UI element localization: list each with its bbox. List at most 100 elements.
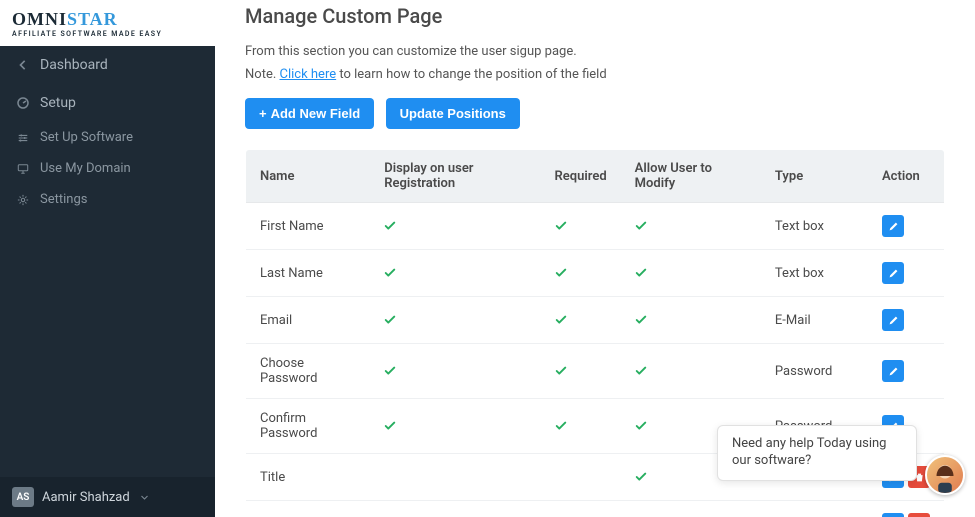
nav-label: Settings (40, 192, 87, 207)
nav: Dashboard Setup Set Up Software Use My D… (0, 46, 215, 477)
cell-type: E-Mail (761, 297, 868, 344)
pencil-icon (888, 268, 899, 279)
cell-action (868, 501, 945, 517)
page-title: Manage Custom Page (245, 4, 945, 28)
edit-button[interactable] (882, 262, 904, 284)
cell-type: Password (761, 344, 868, 399)
button-row: + Add New Field Update Positions (245, 98, 945, 129)
sidebar: OMNISTAR AFFILIATE SOFTWARE MADE EASY Da… (0, 0, 215, 517)
cell-type: Text box (761, 250, 868, 297)
chat-help-bubble[interactable]: Need any help Today using our software? (717, 425, 917, 481)
cell-display (370, 399, 540, 454)
cell-display (370, 250, 540, 297)
user-avatar: AS (12, 487, 34, 507)
cell-display (370, 501, 540, 517)
check-icon (384, 365, 526, 377)
th-name: Name (246, 150, 371, 203)
cell-name: Title (246, 454, 371, 501)
cell-display (370, 203, 540, 250)
brand-tagline: AFFILIATE SOFTWARE MADE EASY (12, 30, 203, 38)
nav-dashboard[interactable]: Dashboard (0, 46, 215, 84)
pencil-icon (888, 221, 899, 232)
update-positions-button[interactable]: Update Positions (386, 98, 520, 129)
th-action: Action (868, 150, 945, 203)
nav-label: Setup (40, 95, 76, 111)
cell-type: Text box (761, 203, 868, 250)
cell-action (868, 250, 945, 297)
monitor-icon (16, 162, 30, 176)
check-icon (555, 314, 607, 326)
check-icon (384, 220, 526, 232)
note-link[interactable]: Click here (280, 67, 337, 82)
check-icon (635, 314, 747, 326)
edit-button[interactable] (882, 215, 904, 237)
brand-name: OMNISTAR (12, 10, 203, 28)
th-display: Display on user Registration (370, 150, 540, 203)
th-type: Type (761, 150, 868, 203)
cell-action (868, 203, 945, 250)
check-icon (635, 220, 747, 232)
pencil-icon (888, 315, 899, 326)
cell-display (370, 344, 540, 399)
table-row: Email E-Mail (246, 297, 945, 344)
page-description: From this section you can customize the … (245, 44, 945, 59)
cell-name: Last Name (246, 250, 371, 297)
nav-use-domain[interactable]: Use My Domain (0, 153, 215, 184)
table-row: Last Name Text box (246, 250, 945, 297)
dashboard-icon (16, 96, 30, 110)
cell-action (868, 297, 945, 344)
nav-setup-software[interactable]: Set Up Software (0, 122, 215, 153)
nav-label: Set Up Software (40, 130, 133, 145)
chat-text: Need any help Today using our software? (732, 436, 886, 468)
cell-modify (621, 250, 761, 297)
check-icon (555, 420, 607, 432)
check-icon (555, 365, 607, 377)
check-icon (384, 267, 526, 279)
th-required: Required (541, 150, 621, 203)
cell-required (541, 344, 621, 399)
cell-modify (621, 297, 761, 344)
brand-logo[interactable]: OMNISTAR AFFILIATE SOFTWARE MADE EASY (0, 0, 215, 46)
page-note: Note. Click here to learn how to change … (245, 67, 945, 82)
cell-modify (621, 344, 761, 399)
edit-button[interactable] (882, 513, 904, 517)
chat-avatar[interactable] (925, 455, 965, 495)
cell-required (541, 399, 621, 454)
cell-display (370, 297, 540, 344)
cell-name: Choose Password (246, 344, 371, 399)
cell-display (370, 454, 540, 501)
delete-button[interactable] (908, 513, 930, 517)
nav-setup[interactable]: Setup (0, 84, 215, 122)
pencil-icon (888, 366, 899, 377)
cell-modify (621, 203, 761, 250)
add-new-field-button[interactable]: + Add New Field (245, 98, 374, 129)
edit-button[interactable] (882, 309, 904, 331)
nav-label: Use My Domain (40, 161, 131, 176)
cell-name: First Name (246, 203, 371, 250)
cell-required (541, 454, 621, 501)
check-icon (635, 267, 747, 279)
cell-type (761, 501, 868, 517)
cell-required (541, 250, 621, 297)
cell-action (868, 344, 945, 399)
table-row: First Name Text box (246, 203, 945, 250)
user-menu[interactable]: AS Aamir Shahzad (0, 477, 215, 517)
cell-required (541, 203, 621, 250)
table-row: Choose Password Password (246, 344, 945, 399)
cell-required (541, 297, 621, 344)
chevron-down-icon (138, 490, 152, 504)
check-icon (384, 420, 526, 432)
chevron-left-icon (16, 58, 30, 72)
check-icon (384, 314, 526, 326)
table-row: Company (246, 501, 945, 517)
cell-name: Confirm Password (246, 399, 371, 454)
cell-name: Email (246, 297, 371, 344)
edit-button[interactable] (882, 360, 904, 382)
plus-icon: + (259, 106, 267, 121)
table-header-row: Name Display on user Registration Requir… (246, 150, 945, 203)
cell-name: Company (246, 501, 371, 517)
nav-settings[interactable]: Settings (0, 184, 215, 215)
cell-required (541, 501, 621, 517)
check-icon (635, 365, 747, 377)
check-icon (555, 267, 607, 279)
